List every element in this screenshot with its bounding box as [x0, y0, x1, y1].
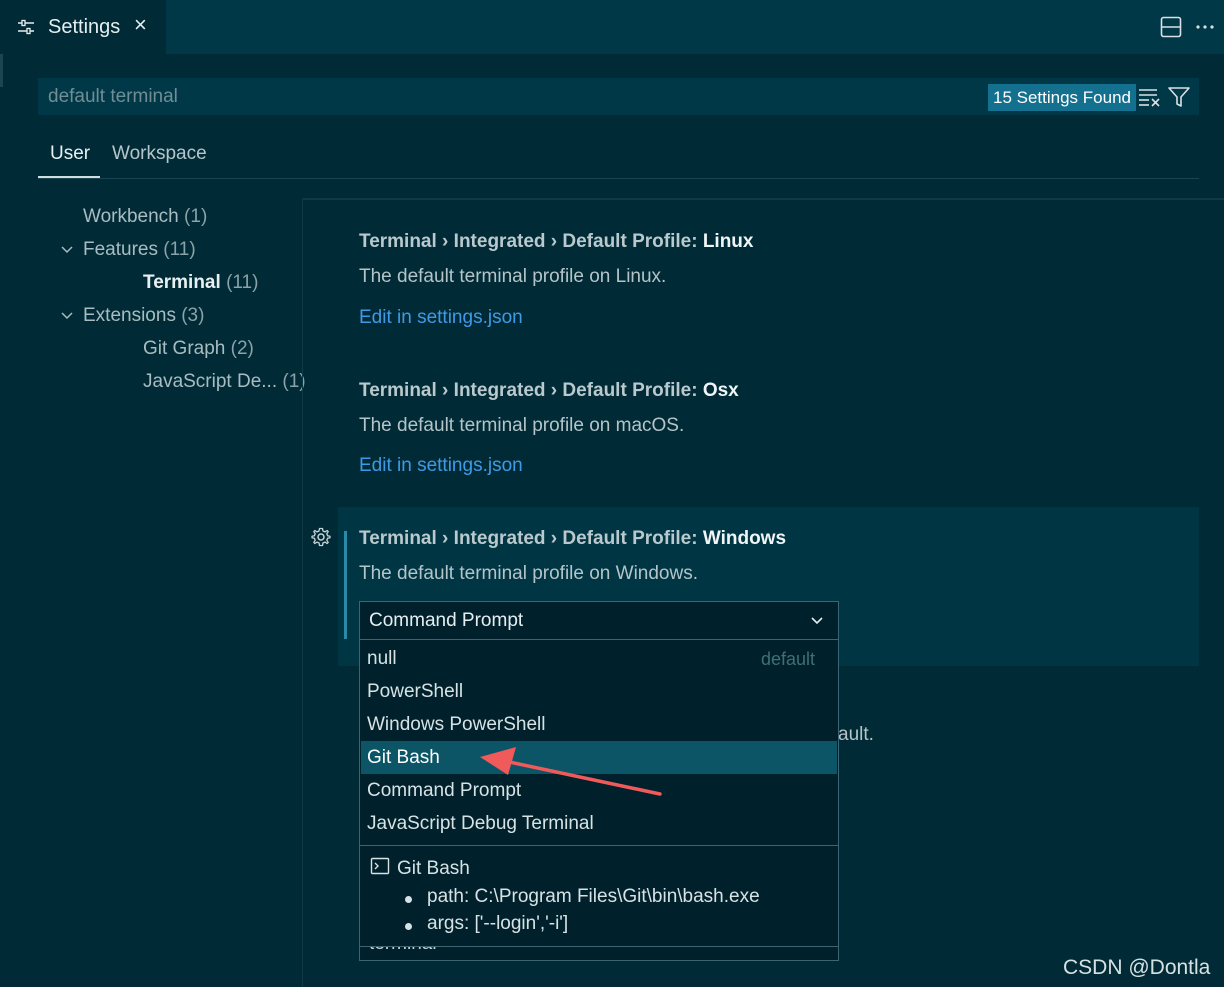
chevron-down-icon[interactable]	[60, 309, 74, 323]
chevron-down-icon[interactable]	[60, 243, 74, 257]
select-value: Command Prompt	[369, 610, 524, 631]
setting-title-osx: Terminal › Integrated › Default Profile:…	[359, 380, 739, 401]
annotation-arrow	[480, 747, 662, 796]
option-windows-powershell[interactable]: Windows PowerShell	[361, 708, 837, 741]
focus-indicator	[344, 531, 347, 639]
chevron-down-icon	[811, 617, 823, 625]
option-powershell[interactable]: PowerShell	[361, 675, 837, 708]
toc-item-extensions[interactable]: Extensions (3)	[83, 305, 204, 327]
setting-title-windows: Terminal › Integrated › Default Profile:…	[359, 528, 787, 549]
toc-item-javascript-debugger[interactable]: JavaScript De... (1)	[143, 371, 306, 393]
toc-divider	[302, 198, 303, 987]
clear-filter-icon[interactable]	[1136, 84, 1162, 110]
edit-in-settings-json-link[interactable]: Edit in settings.json	[359, 455, 523, 477]
toc-item-git-graph[interactable]: Git Graph (2)	[143, 338, 254, 360]
close-icon[interactable]: ×	[134, 14, 147, 36]
option-detail-path: path: C:\Program Files\Git\bin\bash.exe	[427, 886, 760, 907]
setting-title-linux: Terminal › Integrated › Default Profile:…	[359, 231, 754, 252]
tab-title: Settings	[48, 16, 121, 38]
setting-desc-windows: The default terminal profile on Windows.	[359, 563, 698, 584]
dropdown-separator	[360, 845, 838, 846]
editor-tab-bar: Settings ×	[0, 0, 1224, 54]
tab-workspace[interactable]: Workspace	[112, 143, 207, 165]
settings-search-box: 15 Settings Found	[38, 78, 1199, 115]
default-profile-windows-select[interactable]: Command Prompt	[359, 601, 839, 640]
toc-item-terminal[interactable]: Terminal (11)	[143, 272, 258, 294]
setting-desc-linux: The default terminal profile on Linux.	[359, 266, 667, 287]
search-input[interactable]	[48, 84, 978, 110]
toc-item-workbench[interactable]: Workbench (1)	[83, 206, 207, 228]
option-javascript-debug-terminal[interactable]: JavaScript Debug Terminal	[361, 807, 837, 840]
option-null[interactable]: null default	[361, 642, 837, 675]
setting-desc-osx: The default terminal profile on macOS.	[359, 415, 685, 436]
more-actions-icon[interactable]	[1192, 14, 1218, 40]
activity-edge	[0, 54, 3, 87]
settings-list-top-border	[303, 198, 1224, 200]
scope-divider	[38, 178, 1199, 179]
gear-icon[interactable]	[310, 526, 332, 548]
split-editor-icon[interactable]	[1158, 14, 1184, 40]
filter-icon[interactable]	[1166, 84, 1192, 110]
settings-sliders-icon	[18, 19, 34, 35]
hidden-setting-desc-fragment: ault.	[838, 724, 874, 745]
bullet	[405, 923, 412, 930]
bullet	[405, 896, 412, 903]
edit-in-settings-json-link[interactable]: Edit in settings.json	[359, 307, 523, 329]
default-hint: default	[761, 649, 816, 669]
option-detail-args: args: ['--login','-i']	[427, 913, 569, 934]
settings-found-badge: 15 Settings Found	[988, 84, 1136, 111]
option-detail-title: Git Bash	[397, 858, 470, 879]
terminal-icon	[370, 857, 390, 875]
tab-user[interactable]: User	[50, 143, 90, 165]
settings-tab[interactable]: Settings ×	[0, 0, 166, 54]
toc-item-features[interactable]: Features (11)	[83, 239, 196, 261]
watermark: CSDN @Dontla	[1063, 956, 1211, 979]
